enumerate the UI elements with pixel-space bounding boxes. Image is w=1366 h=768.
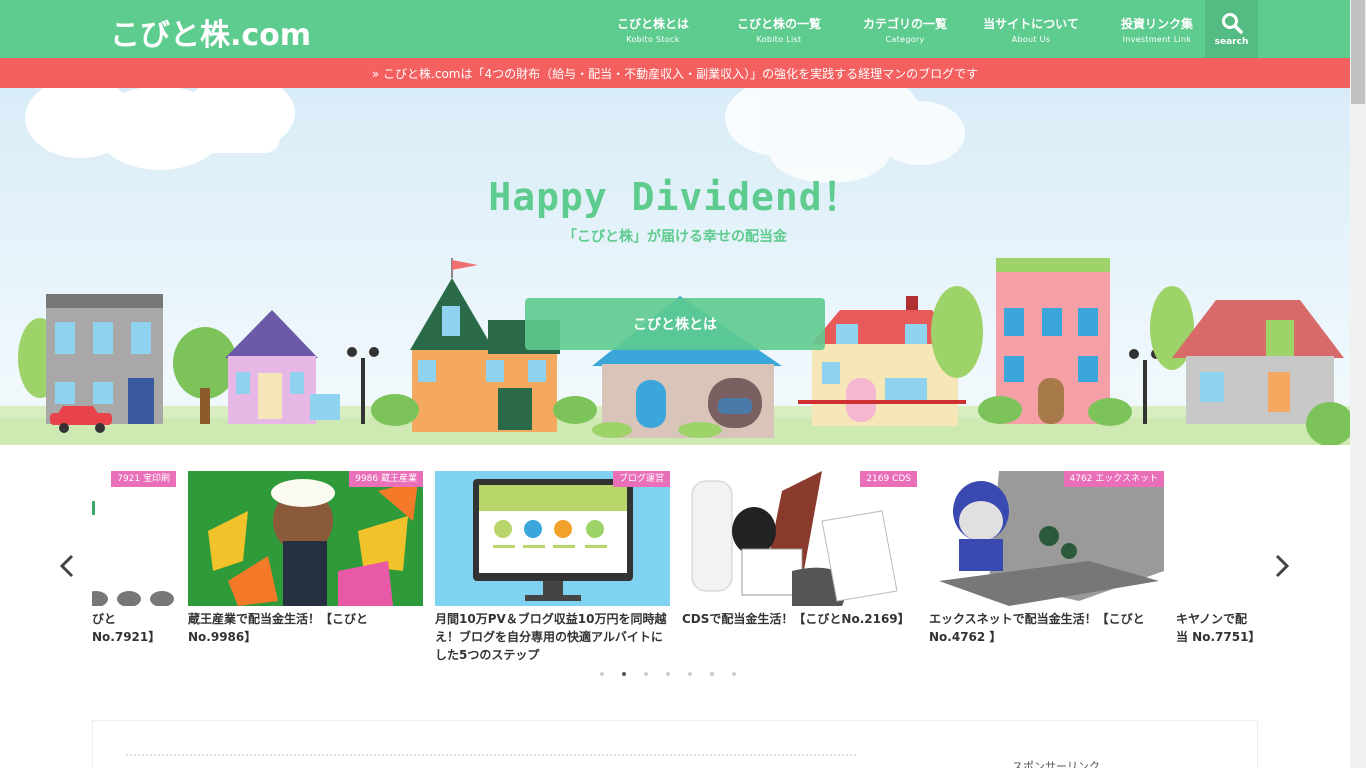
card-title: びとNo.7921】 xyxy=(92,612,161,644)
nav-sublabel: Kobito Stock xyxy=(626,34,680,44)
notice-bar[interactable]: » こびと株.comは「4つの財布（給与・配当・不動産収入・副業収入）」の強化を… xyxy=(0,58,1350,88)
card-thumbnail: 4762 エックスネット xyxy=(929,471,1164,606)
slider-dot-active[interactable] xyxy=(622,672,626,676)
card-tag: ブログ運営 xyxy=(612,471,670,487)
card-thumbnail: ブログ運営 xyxy=(435,471,670,606)
nav-sublabel: Investment Link xyxy=(1122,34,1192,44)
card-thumbnail: 7921 宝印刷 xyxy=(92,471,176,606)
card-title: エックスネットで配当金生活！【こびと No.4762 】 xyxy=(929,612,1145,644)
card-thumbnail: 2169 CDS xyxy=(682,471,917,606)
slide-card[interactable]: 9986 蔵王産業 蔵王産業で配当金生活！【こびと No.9986】 xyxy=(188,471,423,646)
card-tag: 7921 宝印刷 xyxy=(111,471,176,487)
search-label: search xyxy=(1214,37,1249,47)
slider-dot[interactable] xyxy=(688,672,692,676)
notice-text: » こびと株.comは「4つの財布（給与・配当・不動産収入・副業収入）」の強化を… xyxy=(371,66,979,81)
slider-dot[interactable] xyxy=(732,672,736,676)
card-title: 月間10万PV＆ブログ収益10万円を同時越え！ブログを自分専用の快適アルバイトに… xyxy=(435,612,667,662)
slider-next-button[interactable] xyxy=(1270,552,1294,580)
chevron-left-icon xyxy=(60,554,74,578)
slider-dot[interactable] xyxy=(600,672,604,676)
hero-cta-button[interactable]: こびと株とは xyxy=(525,298,825,350)
card-thumbnail xyxy=(1176,471,1258,606)
card-title: キヤノンで配当 No.7751】 xyxy=(1176,612,1258,644)
nav-label: こびと株とは xyxy=(616,16,689,31)
search-icon xyxy=(1221,13,1243,34)
search-button[interactable]: search xyxy=(1205,0,1258,58)
slider-pagination xyxy=(600,672,736,676)
nav-sublabel: Category xyxy=(885,34,925,44)
slide-card[interactable]: キヤノンで配当 No.7751】 xyxy=(1176,471,1258,646)
site-logo[interactable]: こびと株.com xyxy=(110,10,311,54)
slider-dot[interactable] xyxy=(644,672,648,676)
slider-prev-button[interactable] xyxy=(55,552,79,580)
slide-card[interactable]: 2169 CDS CDSで配当金生活！【こびとNo.2169】 xyxy=(682,471,917,628)
nav-label: こびと株の一覧 xyxy=(736,16,821,31)
card-title: 蔵王産業で配当金生活！【こびと No.9986】 xyxy=(188,612,369,644)
hero-banner: Happy Dividend！ 「こびと株」が届ける幸せの配当金 こびと株とは xyxy=(0,88,1350,445)
nav-item-investment-link[interactable]: 投資リンク集 Investment Link xyxy=(1094,0,1220,58)
slider-dot[interactable] xyxy=(710,672,714,676)
content-divider xyxy=(126,754,856,756)
card-tag: 9986 蔵王産業 xyxy=(349,471,423,487)
slide-card[interactable]: ブログ運営 月間10万PV＆ブログ収益10万円を同時越え！ブログを自分専用の快適… xyxy=(435,471,670,664)
hero-title: Happy Dividend！ xyxy=(488,175,862,219)
card-title: CDSで配当金生活！【こびとNo.2169】 xyxy=(682,612,910,626)
nav-item-kobito-list[interactable]: こびと株の一覧 Kobito List xyxy=(716,0,842,58)
featured-slider: 7921 宝印刷 びとNo.7921】 9986 蔵王産業 蔵王産業で配当金生活… xyxy=(92,471,1258,666)
nav-item-category[interactable]: カテゴリの一覧 Category xyxy=(842,0,968,58)
nav-label: 投資リンク集 xyxy=(1120,16,1193,31)
sponsor-label: スポンサーリンク xyxy=(1012,760,1100,768)
card-tag: 4762 エックスネット xyxy=(1063,471,1164,487)
main-nav: こびと株とは Kobito Stock こびと株の一覧 Kobito List … xyxy=(590,0,1220,58)
cloud-left xyxy=(25,88,295,170)
hero-subtitle: 「こびと株」が届ける幸せの配当金 xyxy=(563,229,787,245)
slide-card[interactable]: 4762 エックスネット エックスネットで配当金生活！【こびと No.4762 … xyxy=(929,471,1164,646)
nav-item-about[interactable]: 当サイトについて About Us xyxy=(968,0,1094,58)
nav-item-kobito-stock[interactable]: こびと株とは Kobito Stock xyxy=(590,0,716,58)
page-scrollbar[interactable] xyxy=(1350,0,1366,768)
slider-dot[interactable] xyxy=(666,672,670,676)
slide-card[interactable]: 7921 宝印刷 びとNo.7921】 xyxy=(92,471,176,646)
nav-sublabel: Kobito List xyxy=(756,34,802,44)
nav-label: 当サイトについて xyxy=(983,16,1079,31)
town-illustration xyxy=(0,88,1350,445)
card-thumbnail: 9986 蔵王産業 xyxy=(188,471,423,606)
nav-label: カテゴリの一覧 xyxy=(862,16,947,31)
nav-sublabel: About Us xyxy=(1011,34,1051,44)
scrollbar-thumb[interactable] xyxy=(1351,0,1365,104)
card-tag: 2169 CDS xyxy=(860,471,917,487)
site-header: こびと株.com こびと株とは Kobito Stock こびと株の一覧 Kob… xyxy=(0,0,1350,58)
chevron-right-icon xyxy=(1275,554,1289,578)
